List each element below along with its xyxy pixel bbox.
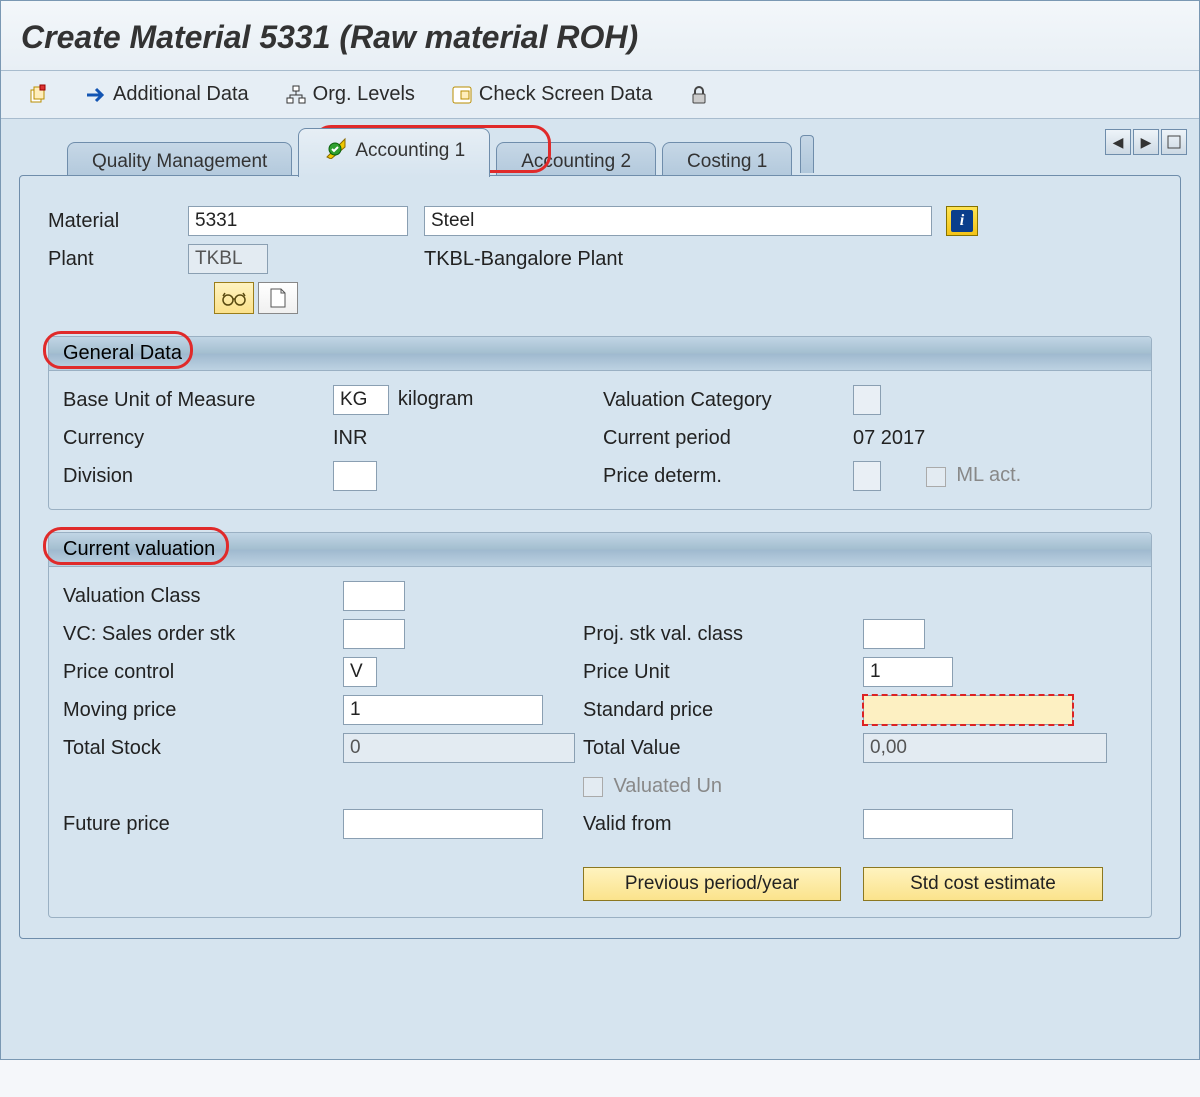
tab-panel-accounting-1: Material i Plant TKBL-Bangalore Plant: [19, 175, 1181, 939]
plant-input: [188, 244, 268, 274]
document-stack-icon: [27, 84, 49, 106]
page-title: Create Material 5331 (Raw material ROH): [1, 1, 1199, 71]
check-screen-button[interactable]: Check Screen Data: [445, 81, 658, 108]
tab-label: Accounting 2: [521, 151, 631, 172]
material-desc-input[interactable]: [424, 206, 932, 236]
org-levels-label: Org. Levels: [313, 83, 415, 106]
valuation-category-label: Valuation Category: [603, 389, 853, 412]
tab-accounting-1[interactable]: Accounting 1: [298, 128, 490, 177]
price-unit-input[interactable]: [863, 657, 953, 687]
price-control-label: Price control: [63, 661, 343, 684]
price-unit-label: Price Unit: [583, 661, 863, 684]
tab-overflow-indicator: [800, 135, 814, 173]
group-header-general: General Data: [49, 337, 1151, 371]
plant-row: Plant TKBL-Bangalore Plant: [48, 244, 1152, 274]
info-icon: i: [951, 210, 973, 232]
document-icon: [269, 287, 287, 309]
org-levels-button[interactable]: Org. Levels: [279, 81, 421, 108]
lock-icon: [688, 84, 710, 106]
additional-data-label: Additional Data: [113, 83, 249, 106]
base-uom-text: kilogram: [398, 388, 474, 410]
division-input[interactable]: [333, 461, 377, 491]
base-uom-label: Base Unit of Measure: [63, 389, 333, 412]
total-value-label: Total Value: [583, 737, 863, 760]
tab-label: Accounting 1: [355, 140, 465, 162]
group-current-valuation: Current valuation Valuation Class VC: Sa…: [48, 532, 1152, 918]
valid-from-input[interactable]: [863, 809, 1013, 839]
hierarchy-icon: [285, 84, 307, 106]
standard-price-input[interactable]: [863, 695, 1073, 725]
std-cost-estimate-button[interactable]: Std cost estimate: [863, 867, 1103, 901]
base-uom-input[interactable]: [333, 385, 389, 415]
valuation-class-label: Valuation Class: [63, 585, 343, 608]
header-button-row: [214, 282, 1152, 314]
material-row: Material i: [48, 206, 1152, 236]
current-period-label: Current period: [603, 427, 853, 450]
total-stock-label: Total Stock: [63, 737, 343, 760]
additional-data-button[interactable]: Additional Data: [79, 81, 255, 108]
tab-label: Costing 1: [687, 151, 767, 172]
toolbar-new-icon[interactable]: [21, 82, 55, 108]
arrow-right-icon: [85, 84, 107, 106]
tab-label: Quality Management: [92, 151, 267, 172]
vc-sales-input[interactable]: [343, 619, 405, 649]
vc-sales-label: VC: Sales order stk: [63, 623, 343, 646]
standard-price-label: Standard price: [583, 699, 863, 722]
material-label: Material: [48, 210, 188, 233]
toolbar: Additional Data Org. Levels Check Screen…: [1, 71, 1199, 119]
app-window: Create Material 5331 (Raw material ROH) …: [0, 0, 1200, 1060]
ml-act-checkbox: [926, 467, 946, 487]
glasses-button[interactable]: [214, 282, 254, 314]
price-control-input[interactable]: [343, 657, 377, 687]
valuated-un-checkbox: [583, 777, 603, 797]
proj-stk-label: Proj. stk val. class: [583, 623, 863, 646]
total-value-input: [863, 733, 1107, 763]
valuated-un-label: Valuated Un: [613, 775, 722, 797]
plant-label: Plant: [48, 248, 188, 271]
tab-active-icon: [323, 137, 347, 165]
price-determ-input[interactable]: [853, 461, 881, 491]
price-determ-label: Price determ.: [603, 465, 853, 488]
previous-period-button[interactable]: Previous period/year: [583, 867, 841, 901]
ml-act-label: ML act.: [956, 464, 1021, 486]
moving-price-input[interactable]: [343, 695, 543, 725]
check-data-icon: [451, 84, 473, 106]
check-screen-label: Check Screen Data: [479, 83, 652, 106]
plant-desc: TKBL-Bangalore Plant: [424, 248, 623, 271]
division-label: Division: [63, 465, 333, 488]
tabstrip: Quality Management Accounting 1 Accounti…: [67, 131, 1181, 177]
valuation-category-input[interactable]: [853, 385, 881, 415]
material-input[interactable]: [188, 206, 408, 236]
valuation-class-input[interactable]: [343, 581, 405, 611]
moving-price-label: Moving price: [63, 699, 343, 722]
future-price-label: Future price: [63, 813, 343, 836]
new-doc-button[interactable]: [258, 282, 298, 314]
currency-label: Currency: [63, 427, 333, 450]
info-button[interactable]: i: [946, 206, 978, 236]
group-general-data: General Data Base Unit of Measure kilogr…: [48, 336, 1152, 510]
proj-stk-input[interactable]: [863, 619, 925, 649]
current-period-value: 07 2017: [853, 427, 1163, 450]
future-price-input[interactable]: [343, 809, 543, 839]
group-header-valuation: Current valuation: [49, 533, 1151, 567]
valid-from-label: Valid from: [583, 813, 863, 836]
glasses-icon: [221, 290, 247, 306]
currency-value: INR: [333, 427, 563, 450]
total-stock-input: [343, 733, 575, 763]
content-area: ◀ ▶ Quality Management Accounting 1 Acco…: [1, 119, 1199, 1059]
lock-button[interactable]: [682, 82, 716, 108]
